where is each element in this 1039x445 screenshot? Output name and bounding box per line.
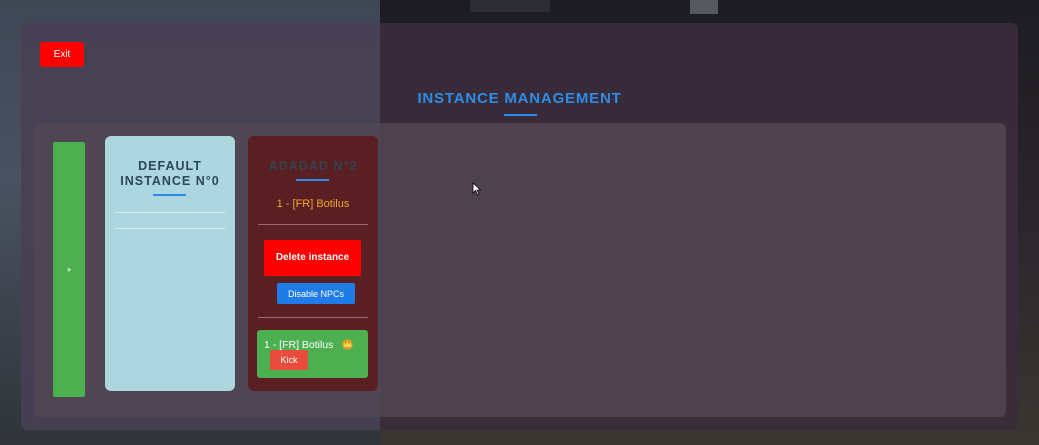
instance-title-underline — [153, 194, 186, 196]
mouse-cursor-icon — [472, 182, 482, 196]
add-instance-button[interactable]: + — [53, 142, 85, 397]
instance-management-panel: Exit INSTANCE MANAGEMENT + DEFAULT INSTA… — [21, 23, 1018, 430]
exit-button[interactable]: Exit — [40, 42, 84, 67]
instance-title: DEFAULT INSTANCE N°0 — [120, 159, 220, 188]
instance-player-summary: 1 - [FR] Botilus — [276, 198, 350, 210]
player-entry: 1 - [FR] Botilus Kick — [257, 330, 368, 378]
instance-card-adadad: ADADAD N°2 1 - [FR] Botilus Delete insta… — [248, 136, 378, 391]
title-underline — [504, 114, 537, 116]
crown-icon — [342, 339, 353, 350]
instance-title-underline — [296, 179, 329, 181]
backdrop-building — [470, 0, 550, 12]
backdrop-building — [690, 0, 718, 14]
delete-instance-button[interactable]: Delete instance — [264, 240, 361, 276]
divider — [258, 317, 368, 318]
kick-button[interactable]: Kick — [270, 350, 308, 370]
disable-npcs-button[interactable]: Disable NPCs — [277, 283, 355, 304]
instances-container: + DEFAULT INSTANCE N°0 ADADAD N°2 1 - [F… — [34, 123, 1006, 417]
divider — [258, 224, 368, 225]
page-title: INSTANCE MANAGEMENT — [417, 90, 622, 107]
divider — [115, 212, 225, 213]
instance-title: ADADAD N°2 — [268, 159, 358, 173]
divider — [115, 228, 225, 229]
instance-card-default: DEFAULT INSTANCE N°0 — [105, 136, 235, 391]
